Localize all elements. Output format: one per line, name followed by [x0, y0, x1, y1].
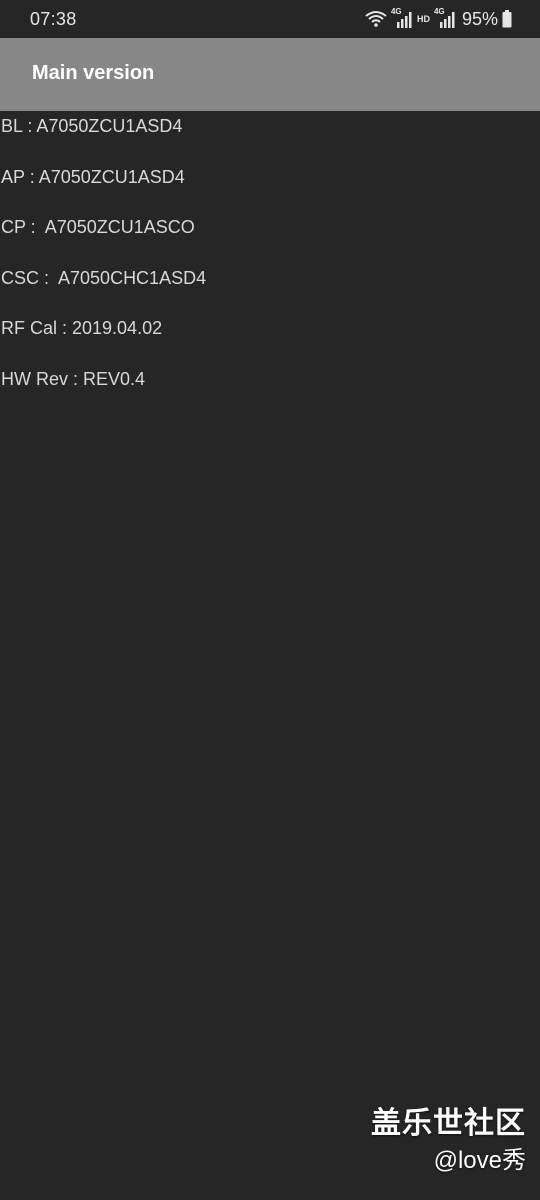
battery-icon: [502, 10, 512, 28]
status-icons: 4G HD 4G 95%: [365, 7, 512, 30]
csc-version: CSC : A7050CHC1ASD4: [1, 268, 207, 288]
hw-revision: HW Rev : REV0.4: [1, 369, 146, 389]
ap-version: AP : A7050ZCU1ASD4: [1, 167, 185, 187]
status-bar: 07:38 4G HD 4G 95%: [0, 0, 540, 38]
page-title: Main version: [32, 62, 155, 84]
screen: 07:38 4G HD 4G 95% Main version BL: A70…: [0, 0, 540, 1200]
hd-label: HD: [416, 14, 430, 24]
rf-cal-date: RF Cal : 2019.04.02: [1, 318, 163, 338]
cp-version: CP : A7050ZCU1ASCO: [1, 217, 195, 237]
battery-percent: 95%: [461, 8, 498, 29]
bootloader-version: BL : A7050ZCU1ASD4: [1, 116, 183, 136]
signal-icon: 4G: [434, 7, 456, 29]
app-bar: Main version: [0, 38, 540, 111]
status-time: 07:38: [30, 9, 77, 29]
signal-icon: 4G: [391, 7, 413, 29]
wifi-icon: [365, 10, 387, 28]
watermark-handle: @love秀: [433, 1147, 526, 1174]
watermark: 盖乐世社区 @love秀: [371, 1106, 526, 1178]
watermark-brand: 盖乐世社区: [371, 1107, 526, 1140]
